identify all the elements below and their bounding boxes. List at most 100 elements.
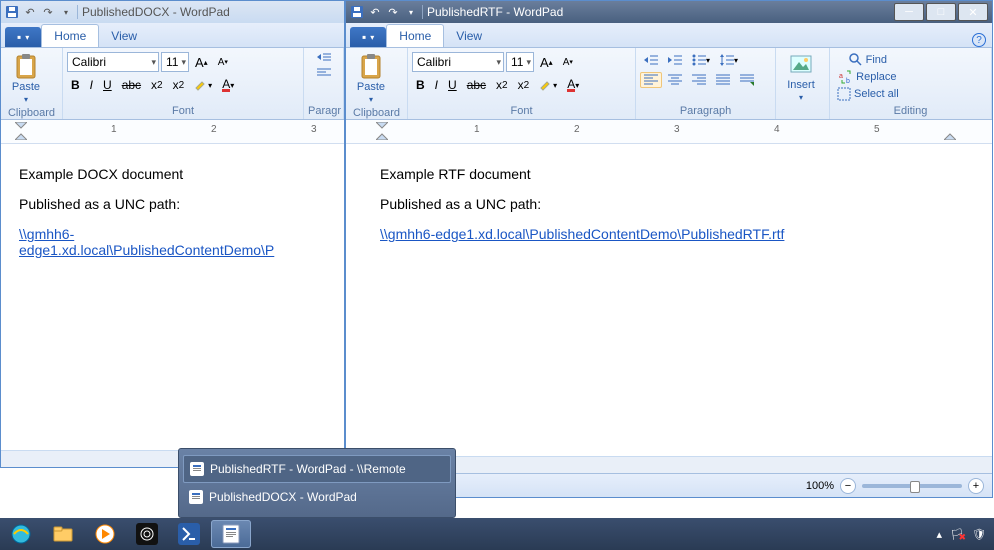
italic-button[interactable]: I bbox=[431, 76, 442, 94]
bullets-button[interactable]: ▾ bbox=[688, 52, 714, 68]
font-name-combo[interactable]: Calibri bbox=[412, 52, 504, 72]
underline-button[interactable]: U bbox=[99, 76, 116, 94]
group-editing-label: Editing bbox=[834, 105, 987, 117]
minimize-button[interactable]: ─ bbox=[894, 3, 924, 21]
font-name-combo[interactable]: Calibri bbox=[67, 52, 159, 72]
underline-button[interactable]: U bbox=[444, 76, 461, 94]
align-justify-button[interactable] bbox=[712, 72, 734, 88]
tray-flag-icon[interactable]: 🏳✖ bbox=[950, 528, 964, 541]
taskbar-powershell[interactable] bbox=[169, 520, 209, 548]
replace-button[interactable]: abReplace bbox=[834, 69, 902, 85]
indent-increase-button[interactable] bbox=[664, 52, 686, 68]
ribbon-tabs: ▪▾ Home View bbox=[1, 23, 344, 48]
taskbar: ▴ 🏳✖ 🛡 bbox=[0, 518, 994, 550]
title-bar[interactable]: ↶ ↷ ▾ PublishedRTF - WordPad ─ □ ✕ bbox=[346, 1, 992, 23]
indent-decrease-button[interactable] bbox=[313, 50, 335, 64]
font-color-button[interactable]: A▾ bbox=[563, 76, 583, 94]
system-tray[interactable]: ▴ 🏳✖ 🛡 bbox=[937, 528, 994, 541]
redo-icon[interactable]: ↷ bbox=[386, 5, 400, 19]
subscript-button[interactable]: x2 bbox=[492, 76, 512, 94]
align-left-button[interactable] bbox=[313, 66, 335, 80]
highlight-button[interactable]: ▾ bbox=[535, 76, 561, 94]
align-left-button[interactable] bbox=[640, 72, 662, 88]
shrink-font-button[interactable]: A▾ bbox=[214, 52, 232, 72]
save-icon[interactable] bbox=[5, 5, 19, 19]
document-area[interactable]: Example DOCX document Published as a UNC… bbox=[1, 144, 344, 450]
paste-button[interactable]: Paste ▾ bbox=[350, 50, 392, 106]
grow-font-button[interactable]: A▴ bbox=[536, 52, 557, 72]
file-tab[interactable]: ▪▾ bbox=[5, 27, 41, 47]
superscript-button[interactable]: x2 bbox=[169, 76, 189, 94]
tab-view[interactable]: View bbox=[99, 25, 149, 47]
svg-text:b: b bbox=[846, 78, 850, 84]
ribbon: Paste ▾ Clipboard Calibri 11 A▴ A▾ B I U… bbox=[346, 48, 992, 120]
subscript-button[interactable]: x2 bbox=[147, 76, 167, 94]
clipboard-icon bbox=[360, 53, 382, 79]
strikethrough-button[interactable]: abc bbox=[463, 76, 490, 94]
title-bar[interactable]: ↶ ↷ ▾ PublishedDOCX - WordPad bbox=[1, 1, 344, 23]
taskbar-receiver[interactable] bbox=[127, 520, 167, 548]
maximize-button[interactable]: □ bbox=[926, 3, 956, 21]
paste-button[interactable]: Paste ▾ bbox=[5, 50, 47, 106]
tray-shield-icon[interactable]: 🛡 bbox=[972, 528, 986, 541]
line-spacing-button[interactable]: ▾ bbox=[716, 52, 742, 68]
tab-home[interactable]: Home bbox=[41, 24, 99, 47]
picture-icon bbox=[790, 55, 812, 77]
tab-view[interactable]: View bbox=[444, 25, 494, 47]
doc-line: Example RTF document bbox=[380, 166, 974, 182]
file-tab[interactable]: ▪▾ bbox=[350, 27, 386, 47]
font-size-combo[interactable]: 11 bbox=[506, 52, 534, 72]
zoom-slider[interactable] bbox=[862, 484, 962, 488]
group-paragraph-label: Paragr bbox=[308, 105, 339, 117]
unc-link[interactable]: \\gmhh6-edge1.xd.local\PublishedContentD… bbox=[380, 226, 784, 242]
group-font-label: Font bbox=[412, 105, 631, 117]
paragraph-dialog-button[interactable] bbox=[736, 72, 758, 88]
highlight-button[interactable]: ▾ bbox=[190, 76, 216, 94]
italic-button[interactable]: I bbox=[86, 76, 97, 94]
undo-icon[interactable]: ↶ bbox=[368, 5, 382, 19]
grow-font-button[interactable]: A▴ bbox=[191, 52, 212, 72]
find-button[interactable]: Find bbox=[834, 52, 902, 68]
zoom-out-button[interactable]: − bbox=[840, 478, 856, 494]
unc-link[interactable]: \\gmhh6-edge1.xd.local\PublishedContentD… bbox=[19, 226, 274, 258]
bold-button[interactable]: B bbox=[67, 76, 84, 94]
taskbar-wordpad[interactable] bbox=[211, 520, 251, 548]
close-button[interactable]: ✕ bbox=[958, 3, 988, 21]
superscript-button[interactable]: x2 bbox=[514, 76, 534, 94]
align-center-button[interactable] bbox=[664, 72, 686, 88]
ruler[interactable]: 1 2 3 bbox=[1, 120, 344, 144]
wordpad-icon bbox=[189, 490, 203, 504]
group-clipboard-label: Clipboard bbox=[5, 107, 58, 119]
indent-decrease-button[interactable] bbox=[640, 52, 662, 68]
help-icon[interactable]: ? bbox=[972, 33, 986, 47]
taskbar-ie[interactable] bbox=[1, 520, 41, 548]
select-all-button[interactable]: Select all bbox=[834, 86, 902, 102]
window-title: PublishedDOCX - WordPad bbox=[82, 5, 230, 19]
group-font-label: Font bbox=[67, 105, 299, 117]
doc-line: Published as a UNC path: bbox=[19, 196, 326, 212]
tray-arrow-icon[interactable]: ▴ bbox=[937, 528, 943, 541]
document-area[interactable]: Example RTF document Published as a UNC … bbox=[346, 144, 992, 456]
shrink-font-button[interactable]: A▾ bbox=[559, 52, 577, 72]
clipboard-icon bbox=[15, 53, 37, 79]
redo-icon[interactable]: ↷ bbox=[41, 5, 55, 19]
font-color-button[interactable]: A▾ bbox=[218, 76, 238, 94]
tab-home[interactable]: Home bbox=[386, 24, 444, 47]
undo-icon[interactable]: ↶ bbox=[23, 5, 37, 19]
bold-button[interactable]: B bbox=[412, 76, 429, 94]
taskbar-explorer[interactable] bbox=[43, 520, 83, 548]
align-right-button[interactable] bbox=[688, 72, 710, 88]
strikethrough-button[interactable]: abc bbox=[118, 76, 145, 94]
ruler[interactable]: 1 2 3 4 5 bbox=[346, 120, 992, 144]
preview-item-docx[interactable]: PublishedDOCX - WordPad bbox=[183, 483, 451, 511]
zoom-in-button[interactable]: + bbox=[968, 478, 984, 494]
insert-button[interactable]: Insert ▾ bbox=[780, 50, 822, 106]
qat-dropdown-icon[interactable]: ▾ bbox=[59, 5, 73, 19]
save-icon[interactable] bbox=[350, 5, 364, 19]
preview-item-rtf[interactable]: PublishedRTF - WordPad - \\Remote bbox=[183, 455, 451, 483]
font-size-combo[interactable]: 11 bbox=[161, 52, 189, 72]
select-all-icon bbox=[837, 87, 851, 101]
taskbar-media[interactable] bbox=[85, 520, 125, 548]
qat-dropdown-icon[interactable]: ▾ bbox=[404, 5, 418, 19]
svg-text:a: a bbox=[839, 73, 843, 80]
